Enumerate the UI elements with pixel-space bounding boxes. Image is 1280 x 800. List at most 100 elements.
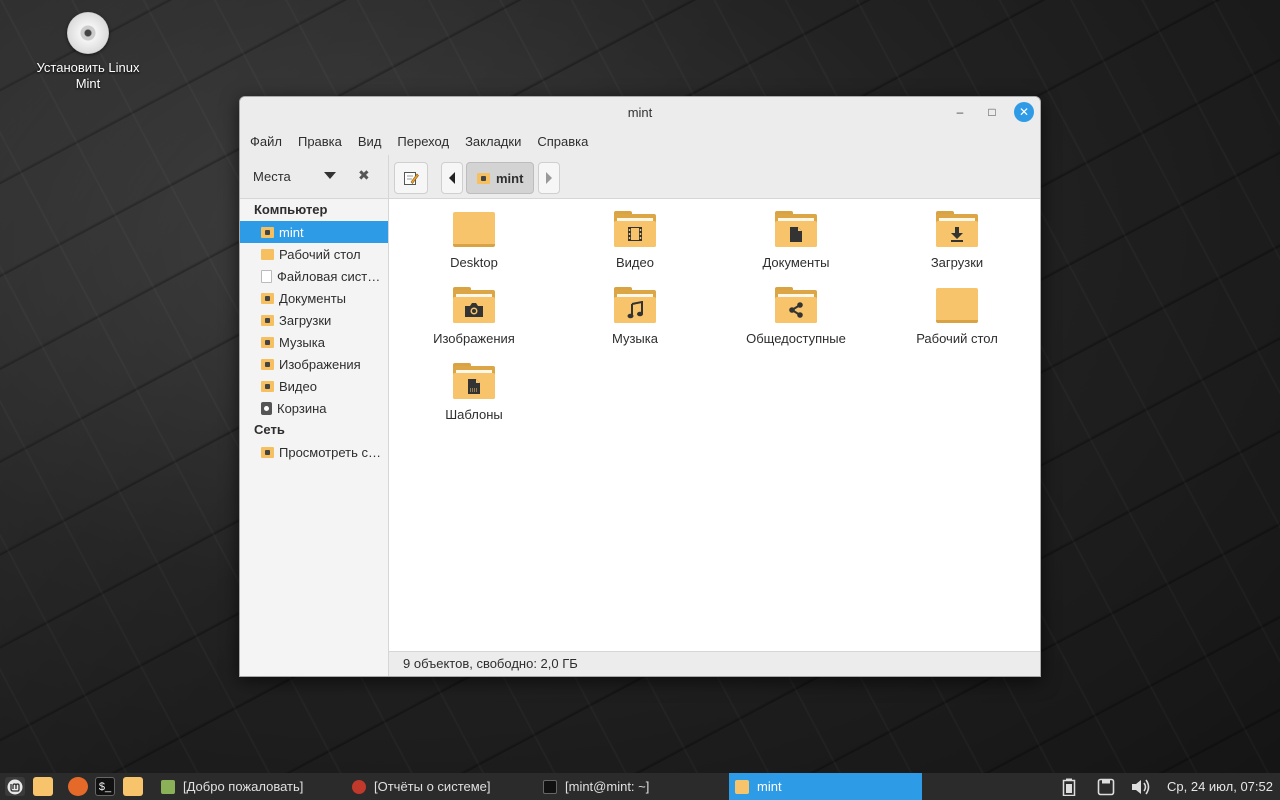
task-welcome[interactable]: [Добро пожаловать] — [155, 773, 335, 800]
video-folder-icon — [614, 211, 656, 247]
downloads-folder-icon — [936, 211, 978, 247]
file-item-label: Музыка — [612, 331, 658, 346]
sidebar-item-label: Рабочий стол — [279, 246, 361, 262]
sidebar-item-browse-network[interactable]: Просмотреть с… — [240, 441, 388, 463]
menu-edit[interactable]: Правка — [290, 134, 350, 149]
sidebar-places-selector[interactable]: Места ✖ — [240, 154, 389, 199]
sidebar-item-pictures[interactable]: Изображения — [240, 353, 388, 375]
file-item-documents[interactable]: Документы — [721, 211, 871, 270]
file-item-downloads[interactable]: Загрузки — [882, 211, 1032, 270]
menu-file[interactable]: Файл — [242, 134, 290, 149]
breadcrumb-mint[interactable]: mint — [466, 162, 535, 194]
disc-icon — [67, 12, 109, 54]
back-arrow-icon — [449, 172, 455, 184]
firefox-icon[interactable] — [68, 777, 88, 796]
task-system-reports[interactable]: [Отчёты о системе] — [346, 773, 526, 800]
documents-folder-icon — [775, 211, 817, 247]
file-item-label: Desktop — [450, 255, 498, 270]
sidebar-item-downloads[interactable]: Загрузки — [240, 309, 388, 331]
show-desktop-folder-icon[interactable] — [33, 777, 53, 796]
battery-icon[interactable] — [1062, 773, 1076, 800]
menu-go[interactable]: Переход — [389, 134, 457, 149]
desktop-folder-icon — [261, 248, 274, 260]
file-item-label: Шаблоны — [445, 407, 503, 422]
trash-icon — [261, 401, 272, 415]
terminal-icon — [543, 779, 557, 794]
sidebar-item-label: Просмотреть с… — [279, 444, 382, 460]
minimize-button[interactable]: – — [950, 102, 970, 122]
sidebar-item-documents[interactable]: Документы — [240, 287, 388, 309]
forward-button[interactable] — [538, 162, 560, 194]
desktop-icon-install-linux-mint[interactable]: Установить Linux Mint — [28, 12, 148, 92]
toggle-location-entry-button[interactable] — [394, 162, 428, 194]
pictures-folder-icon — [453, 287, 495, 323]
task-label: [Добро пожаловать] — [183, 779, 304, 794]
file-item-label: Загрузки — [930, 255, 984, 270]
desktop-icon-label: Установить Linux Mint — [36, 60, 140, 91]
window-title: mint — [627, 104, 653, 120]
breadcrumb-label: mint — [496, 170, 524, 186]
downloads-folder-icon — [261, 314, 274, 326]
task-terminal[interactable]: [mint@mint: ~] — [537, 773, 717, 800]
network-icon — [261, 446, 274, 458]
sidebar-item-label: Документы — [279, 290, 347, 306]
file-item-pictures[interactable]: Изображения — [399, 287, 549, 346]
music-folder-icon — [614, 287, 656, 323]
sidebar-item-label: Загрузки — [279, 312, 332, 328]
maximize-icon: □ — [988, 105, 996, 119]
file-item-videos[interactable]: Видео — [560, 211, 710, 270]
network-status-icon[interactable] — [1097, 773, 1115, 800]
close-sidebar-icon[interactable]: ✖ — [358, 167, 370, 184]
linux-mint-logo-icon — [7, 779, 23, 794]
clock[interactable]: Ср, 24 июл, 07:52 — [1167, 773, 1273, 800]
file-item-desktop[interactable]: Desktop — [399, 211, 549, 270]
sidebar-item-filesystem[interactable]: Файловая сист… — [240, 265, 388, 287]
sidebar-item-trash[interactable]: Корзина — [240, 397, 388, 419]
toolbar: Места ✖ mint — [240, 154, 1040, 199]
menu-bar: Файл Правка Вид Переход Закладки Справка — [240, 127, 1040, 155]
file-item-templates[interactable]: Шаблоны — [399, 363, 549, 422]
forward-arrow-icon — [546, 172, 552, 184]
task-file-manager-mint[interactable]: mint — [729, 773, 922, 800]
home-folder-icon — [735, 779, 749, 794]
mint-menu-button[interactable] — [5, 777, 25, 796]
file-item-music[interactable]: Музыка — [560, 287, 710, 346]
task-label: [Отчёты о системе] — [374, 779, 491, 794]
dropdown-arrow-icon[interactable] — [324, 171, 336, 179]
sidebar-item-label: Изображения — [279, 356, 361, 372]
menu-help[interactable]: Справка — [529, 134, 596, 149]
close-button[interactable]: ✕ — [1014, 102, 1034, 122]
filesystem-icon — [261, 269, 272, 283]
menu-view[interactable]: Вид — [350, 134, 390, 149]
sidebar-item-music[interactable]: Музыка — [240, 331, 388, 353]
sidebar: Компьютер mint Рабочий стол Файловая сис… — [240, 199, 389, 676]
sidebar-item-mint[interactable]: mint — [240, 221, 388, 243]
back-button[interactable] — [441, 162, 463, 194]
maximize-button[interactable]: □ — [982, 102, 1002, 122]
menu-bookmarks[interactable]: Закладки — [457, 134, 529, 149]
status-bar: 9 объектов, свободно: 2,0 ГБ — [389, 651, 1040, 676]
documents-folder-icon — [261, 292, 274, 304]
sidebar-item-label: Видео — [279, 378, 317, 394]
video-folder-icon — [261, 380, 274, 392]
file-manager-launcher-icon[interactable] — [123, 777, 143, 796]
close-icon: ✕ — [1018, 105, 1030, 119]
file-item-desktop-folder[interactable]: Рабочий стол — [882, 287, 1032, 346]
places-label: Места — [253, 169, 291, 184]
title-bar[interactable]: mint – □ ✕ — [240, 97, 1040, 127]
desktop-folder-icon — [936, 287, 978, 323]
file-item-label: Рабочий стол — [916, 331, 998, 346]
file-view[interactable]: Desktop Видео Документы Загрузки Изображ… — [389, 199, 1040, 651]
taskbar: $_ [Добро пожаловать] [Отчёты о системе]… — [0, 773, 1280, 800]
sidebar-item-desktop[interactable]: Рабочий стол — [240, 243, 388, 265]
sidebar-item-videos[interactable]: Видео — [240, 375, 388, 397]
public-share-folder-icon — [775, 287, 817, 323]
terminal-icon[interactable]: $_ — [95, 777, 115, 796]
music-folder-icon — [261, 336, 274, 348]
task-label: mint — [757, 779, 782, 794]
minimize-icon: – — [956, 105, 964, 119]
home-folder-icon — [477, 172, 490, 184]
folder-icon — [453, 211, 495, 247]
volume-icon[interactable] — [1131, 773, 1151, 800]
file-item-public[interactable]: Общедоступные — [721, 287, 871, 346]
